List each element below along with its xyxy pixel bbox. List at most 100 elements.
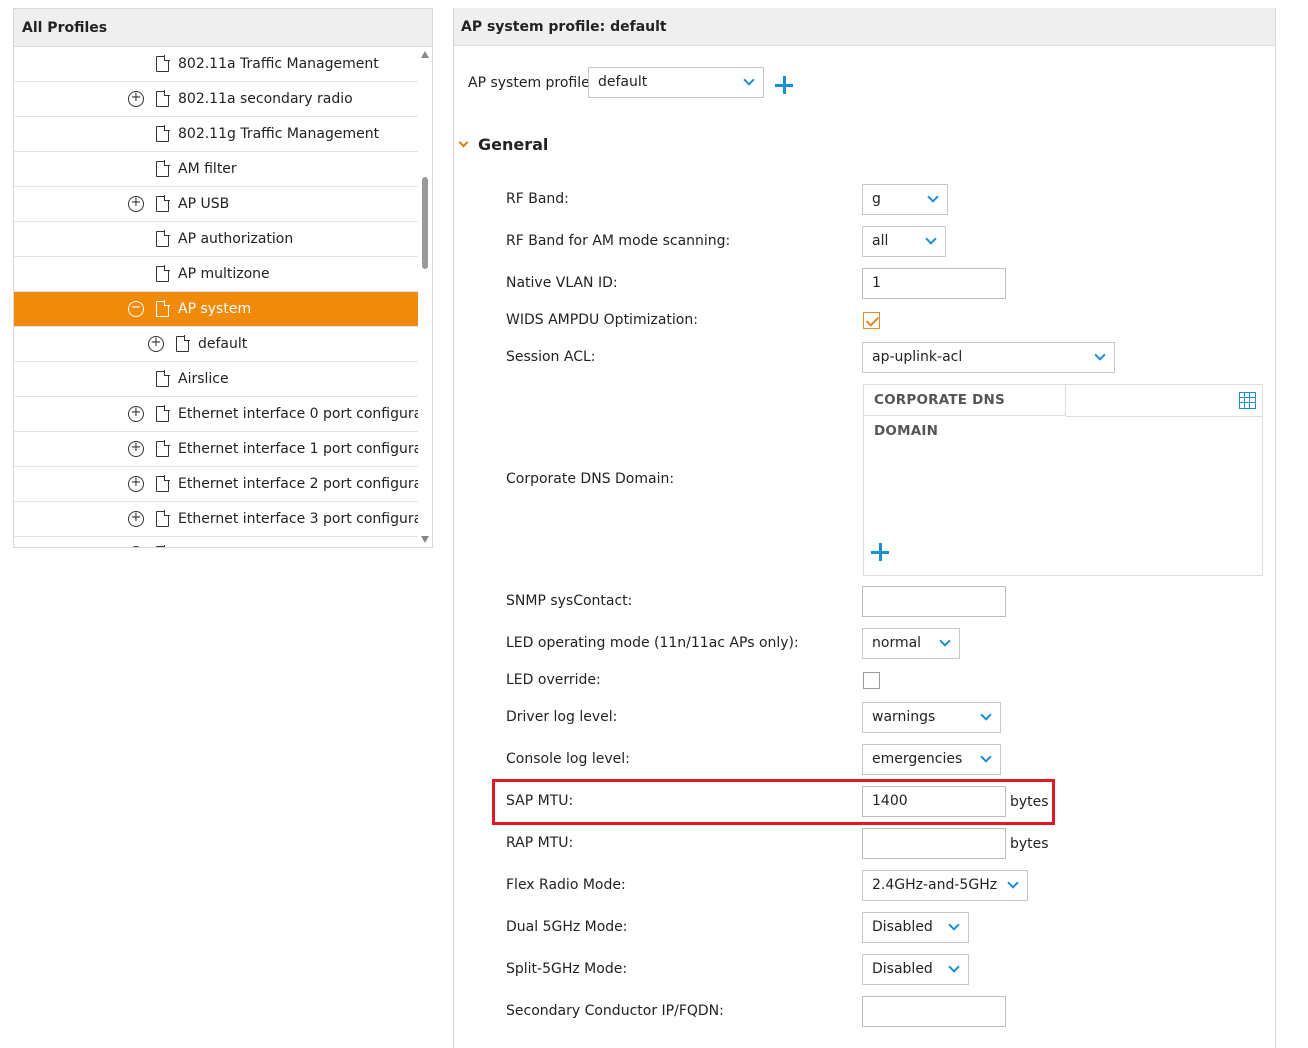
dual-5ghz-select[interactable]: Disabled xyxy=(862,912,969,943)
add-profile-plus-icon[interactable] xyxy=(775,76,793,94)
tree-row-label: AP system xyxy=(178,301,252,317)
tree-row[interactable]: 802.11g Traffic Management xyxy=(14,117,418,152)
led-override-checkbox[interactable] xyxy=(863,672,880,689)
snmp-syscontact-input[interactable] xyxy=(862,586,1006,617)
rap-mtu-label: RAP MTU: xyxy=(506,835,574,851)
profiles-tree: 802.11a Traffic Management +802.11a secon… xyxy=(14,47,418,547)
tree-row-label: Ethernet interface 2 port configuration xyxy=(178,476,418,492)
flex-radio-select[interactable]: 2.4GHz-and-5GHz xyxy=(862,870,1028,901)
session-acl-label: Session ACL: xyxy=(506,349,596,365)
profile-detail-panel: AP system profile: default AP system pro… xyxy=(453,8,1276,1048)
expand-plus-icon[interactable]: + xyxy=(128,406,144,422)
snmp-syscontact-label: SNMP sysContact: xyxy=(506,593,633,609)
chevron-down-icon xyxy=(939,635,951,647)
profile-document-icon xyxy=(156,55,170,72)
dual-5ghz-label: Dual 5GHz Mode: xyxy=(506,919,628,935)
split-5ghz-value: Disabled xyxy=(872,961,933,977)
scroll-thumb[interactable] xyxy=(422,177,428,269)
expand-plus-icon[interactable]: + xyxy=(128,196,144,212)
general-section-title[interactable]: General xyxy=(478,135,548,154)
profile-document-icon xyxy=(156,475,170,492)
corporate-dns-column-header[interactable]: CORPORATE DNS DOMAIN xyxy=(864,385,1066,439)
tree-row-label: AP USB xyxy=(178,196,230,212)
tree-row[interactable]: + AP USB xyxy=(14,187,418,222)
rap-mtu-input[interactable] xyxy=(862,828,1006,859)
corporate-dns-label: Corporate DNS Domain: xyxy=(506,471,675,487)
scroll-up-arrow-icon[interactable] xyxy=(421,51,429,58)
expand-plus-icon[interactable]: + xyxy=(128,511,144,527)
column-chooser-grid-icon[interactable] xyxy=(1239,392,1256,409)
led-mode-label: LED operating mode (11n/11ac APs only): xyxy=(506,635,799,651)
tree-row[interactable]: + default xyxy=(14,327,418,362)
led-mode-select[interactable]: normal xyxy=(862,628,960,659)
profile-document-icon xyxy=(176,335,190,352)
expand-plus-icon[interactable]: + xyxy=(128,476,144,492)
session-acl-value: ap-uplink-acl xyxy=(872,349,963,365)
add-dns-domain-plus-icon[interactable] xyxy=(871,543,889,561)
tree-row-label: AM filter xyxy=(178,161,237,177)
expand-plus-icon[interactable]: + xyxy=(128,546,144,547)
native-vlan-input[interactable]: 1 xyxy=(862,268,1006,299)
tree-row[interactable]: Airslice xyxy=(14,362,418,397)
tree-row-label: Ethernet interface 3 port configuration xyxy=(178,511,418,527)
wids-ampdu-label: WIDS AMPDU Optimization: xyxy=(506,312,698,328)
chevron-down-icon xyxy=(980,751,992,763)
profile-document-icon xyxy=(156,265,170,282)
tree-row[interactable]: − AP system xyxy=(14,292,418,327)
profile-document-icon xyxy=(156,545,170,547)
expand-plus-icon[interactable]: + xyxy=(128,441,144,457)
wids-ampdu-checkbox[interactable] xyxy=(863,312,880,329)
tree-row[interactable]: AP multizone xyxy=(14,257,418,292)
expand-plus-icon[interactable]: + xyxy=(128,91,144,107)
table-header-divider xyxy=(1066,416,1262,417)
expand-plus-icon[interactable]: + xyxy=(148,336,164,352)
profiles-tree-panel: All Profiles 802.11a Traffic Management +… xyxy=(13,8,433,548)
scroll-down-arrow-icon[interactable] xyxy=(421,536,429,543)
profile-document-icon xyxy=(156,195,170,212)
chevron-down-icon xyxy=(948,919,960,931)
collapse-minus-icon[interactable]: − xyxy=(128,301,144,317)
tree-row[interactable]: +802.11a secondary radio xyxy=(14,82,418,117)
collapse-chevron-icon[interactable] xyxy=(458,137,469,148)
profile-document-icon xyxy=(156,125,170,142)
tree-row[interactable]: AP authorization xyxy=(14,222,418,257)
tree-row[interactable]: + Ethernet interface 0 port configuration xyxy=(14,397,418,432)
tree-row-label: Airslice xyxy=(178,371,229,387)
chevron-down-icon xyxy=(743,74,755,86)
profile-document-icon xyxy=(156,300,170,317)
rap-mtu-unit: bytes xyxy=(1010,836,1049,852)
driver-log-label: Driver log level: xyxy=(506,709,618,725)
tree-row-label: default xyxy=(198,336,248,352)
profile-document-icon xyxy=(156,160,170,177)
tree-row[interactable]: + Ethernet interface 3 port configuration xyxy=(14,502,418,537)
tree-row-label: AP multizone xyxy=(178,266,270,282)
rf-band-label: RF Band: xyxy=(506,191,569,207)
driver-log-select[interactable]: warnings xyxy=(862,702,1001,733)
tree-row-label: Ethernet interface 0 port configuration xyxy=(178,406,418,422)
led-mode-value: normal xyxy=(872,635,922,651)
sap-mtu-input[interactable]: 1400 xyxy=(862,786,1006,817)
rf-band-select[interactable]: g xyxy=(862,184,948,215)
corporate-dns-table: CORPORATE DNS DOMAIN xyxy=(863,384,1263,576)
tree-row[interactable]: + Ethernet interface 2 port configuration xyxy=(14,467,418,502)
flex-radio-label: Flex Radio Mode: xyxy=(506,877,626,893)
rf-band-am-select[interactable]: all xyxy=(862,226,946,257)
split-5ghz-select[interactable]: Disabled xyxy=(862,954,969,985)
tree-row-label: 802.11g Traffic Management xyxy=(178,126,380,142)
chevron-down-icon xyxy=(980,709,992,721)
tree-row[interactable]: + Ethernet interface 4 port configuration xyxy=(14,537,418,547)
chevron-down-icon xyxy=(925,233,937,245)
secondary-conductor-input[interactable] xyxy=(862,996,1006,1027)
tree-row[interactable]: 802.11a Traffic Management xyxy=(14,47,418,82)
console-log-select[interactable]: emergencies xyxy=(862,744,1001,775)
tree-scrollbar[interactable] xyxy=(418,47,432,547)
native-vlan-label: Native VLAN ID: xyxy=(506,275,618,291)
profile-select[interactable]: default xyxy=(588,67,764,98)
tree-row[interactable]: + Ethernet interface 1 port configuration xyxy=(14,432,418,467)
profile-document-icon xyxy=(156,90,170,107)
tree-row-label: AP authorization xyxy=(178,231,294,247)
profiles-panel-title: All Profiles xyxy=(14,9,432,47)
session-acl-select[interactable]: ap-uplink-acl xyxy=(862,342,1115,373)
split-5ghz-label: Split-5GHz Mode: xyxy=(506,961,628,977)
tree-row[interactable]: AM filter xyxy=(14,152,418,187)
